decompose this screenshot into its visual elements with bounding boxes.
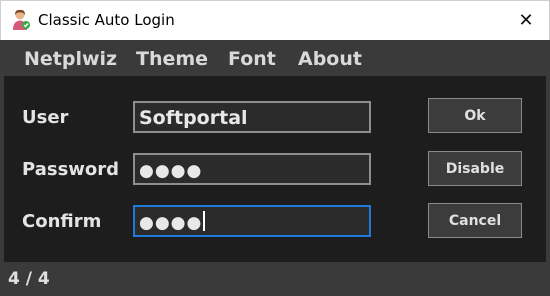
menu-font[interactable]: Font [228, 48, 276, 70]
password-label: Password [22, 159, 120, 180]
ok-button[interactable]: Ok [428, 98, 522, 133]
status-bar: 4 / 4 [0, 262, 550, 296]
user-label: User [22, 107, 69, 128]
menu-theme[interactable]: Theme [136, 48, 208, 70]
confirm-field[interactable]: ●●●● [133, 205, 371, 237]
status-counter: 4 / 4 [8, 269, 50, 289]
close-icon: ✕ [518, 10, 534, 31]
menu-bar: Netplwiz Theme Font About [4, 40, 546, 76]
user-icon [11, 9, 31, 31]
user-field[interactable]: Softportal [133, 101, 371, 133]
password-field[interactable]: ●●●● [133, 153, 371, 185]
login-panel: User Softportal Password ●●●● Confirm ●●… [4, 76, 546, 262]
confirm-label: Confirm [22, 211, 102, 232]
close-button[interactable]: ✕ [503, 1, 549, 40]
title-bar: Classic Auto Login ✕ [0, 0, 550, 40]
password-field-value: ●●●● [139, 161, 203, 181]
cancel-button[interactable]: Cancel [428, 203, 522, 238]
disable-button[interactable]: Disable [428, 151, 522, 186]
confirm-field-value: ●●●● [139, 213, 203, 233]
menu-netplwiz[interactable]: Netplwiz [24, 48, 117, 70]
text-caret [203, 211, 206, 231]
menu-about[interactable]: About [298, 48, 362, 70]
user-field-value: Softportal [139, 107, 248, 129]
window-title: Classic Auto Login [38, 11, 175, 29]
